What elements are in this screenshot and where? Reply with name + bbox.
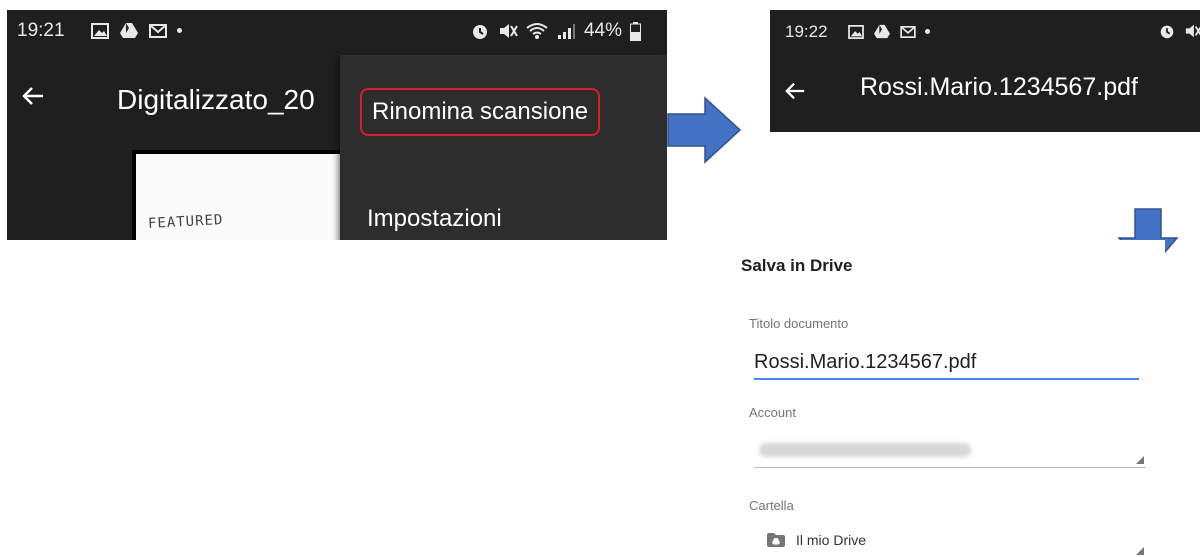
status-bar: 19:21 44%	[7, 10, 667, 52]
screenshot-renamed-scan: 19:22 Rossi.Mario.1234567.pdf	[770, 10, 1200, 132]
settings-menu-item[interactable]: Impostazioni	[367, 205, 502, 233]
more-notifications-icon	[177, 28, 182, 33]
gmail-icon	[149, 23, 167, 38]
overflow-menu: Rinomina scansione Impostazioni	[340, 55, 667, 240]
alarm-icon	[472, 25, 487, 39]
status-time: 19:22	[785, 22, 828, 41]
account-select[interactable]	[754, 435, 1146, 468]
wifi-icon	[526, 23, 548, 39]
handwritten-text: FEATURED	[147, 212, 224, 232]
folder-label: Cartella	[749, 498, 794, 513]
battery-percent: 44%	[583, 20, 622, 41]
drive-icon	[874, 24, 890, 39]
system-icons	[1158, 22, 1200, 40]
folder-name: Il mio Drive	[796, 532, 867, 548]
arrow-right-icon	[667, 96, 742, 164]
scan-preview: FEATURED	[132, 150, 351, 240]
document-title-input[interactable]	[754, 346, 1139, 380]
gmail-icon	[900, 25, 916, 38]
back-arrow-icon[interactable]	[784, 80, 806, 102]
gallery-icon	[91, 22, 109, 39]
save-to-drive-dialog: Salva in Drive Titolo documento Account …	[735, 240, 1165, 557]
scan-title: Rossi.Mario.1234567.pdf	[860, 73, 1138, 101]
drive-icon	[120, 23, 138, 38]
blurred-account-email	[759, 443, 971, 457]
more-notifications-icon	[925, 29, 930, 34]
signal-icon	[557, 24, 575, 39]
gallery-icon	[848, 24, 864, 39]
dialog-title: Salva in Drive	[741, 256, 853, 275]
drive-folder-icon	[767, 533, 785, 547]
notification-icons	[848, 24, 930, 39]
mute-icon	[499, 24, 518, 38]
notification-icons	[91, 22, 182, 39]
rename-scan-menu-item[interactable]: Rinomina scansione	[360, 88, 601, 136]
screenshot-rename-menu: 19:21 44% Digitalizzato_20 FEATURED Rino…	[7, 10, 667, 240]
status-time: 19:21	[17, 20, 65, 41]
document-title-label: Titolo documento	[749, 316, 849, 331]
system-icons: 44%	[470, 20, 641, 42]
dropdown-corner-icon	[1136, 456, 1144, 464]
folder-select[interactable]: Il mio Drive	[754, 524, 1146, 557]
back-arrow-icon[interactable]	[21, 84, 45, 108]
alarm-icon	[1160, 25, 1174, 39]
account-label: Account	[749, 405, 796, 420]
mute-icon	[1185, 24, 1200, 38]
dropdown-corner-icon	[1136, 547, 1144, 555]
scan-title: Digitalizzato_20	[117, 84, 315, 115]
battery-icon	[630, 21, 641, 41]
